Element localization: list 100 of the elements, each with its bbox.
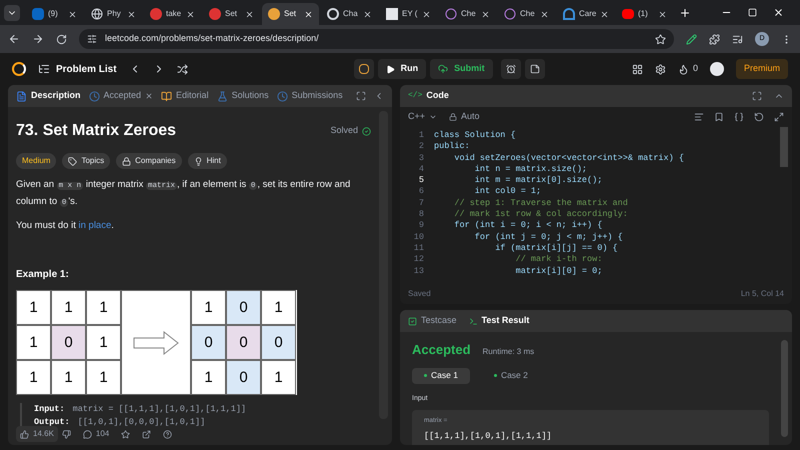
save-status: Saved <box>408 288 431 300</box>
close-icon[interactable] <box>658 10 667 18</box>
browser-tab[interactable]: Cha <box>321 3 378 25</box>
shuffle-icon[interactable] <box>176 64 188 74</box>
problem-title: 73. Set Matrix Zeroes <box>16 121 176 141</box>
reset-icon[interactable] <box>754 112 764 122</box>
close-icon[interactable] <box>363 10 372 18</box>
comments-button[interactable]: 104 <box>82 428 110 440</box>
fullscreen-icon[interactable] <box>752 91 762 101</box>
panel-tab[interactable]: Editorial <box>161 89 209 103</box>
settings-icon[interactable] <box>654 64 666 74</box>
bookmark-star-icon[interactable] <box>655 34 666 44</box>
browser-tab[interactable]: Care <box>557 3 614 25</box>
submit-button[interactable]: Submit <box>430 59 493 79</box>
tab-search-button[interactable] <box>4 4 20 20</box>
io-value: [[1,0,1],[0,0,0],[1,0,1]] <box>78 416 206 429</box>
expand-icon[interactable] <box>774 112 784 122</box>
comment-icon <box>82 430 92 438</box>
line-number: 9 <box>418 220 425 232</box>
browser-tab[interactable]: (9) <box>26 3 83 25</box>
browser-tab[interactable]: Set <box>203 3 260 25</box>
close-icon[interactable] <box>773 7 784 18</box>
close-icon[interactable] <box>481 10 490 18</box>
maximize-icon[interactable] <box>748 8 757 17</box>
media-icon[interactable] <box>732 34 743 44</box>
bookmark-icon[interactable] <box>714 112 724 122</box>
browser-tab[interactable]: EY ( <box>380 3 437 25</box>
help-icon[interactable] <box>163 430 172 438</box>
close-icon[interactable] <box>127 10 136 18</box>
tag-button[interactable]: Companies <box>116 153 182 169</box>
code-line: int n = matrix.size(); <box>474 164 588 176</box>
panel-tab[interactable]: Test Result <box>468 314 530 328</box>
code-line: void setZeroes(vector<vector<int>>& matrix) { <box>453 152 684 164</box>
flame-icon[interactable] <box>678 64 689 74</box>
run-button[interactable]: Run <box>378 59 426 79</box>
play-icon <box>386 64 395 74</box>
tab-title: take <box>166 8 182 20</box>
code-line: int col0 = 1; <box>474 186 542 198</box>
new-tab-icon[interactable] <box>679 6 691 18</box>
timer-button[interactable] <box>500 59 521 79</box>
forward-icon[interactable] <box>32 33 44 45</box>
format-icon[interactable] <box>694 112 704 122</box>
case-tab[interactable]: Case 2 <box>482 368 540 384</box>
close-icon[interactable] <box>68 10 77 18</box>
browser-tab[interactable]: Set <box>262 3 319 25</box>
output-grid-cell: 0 <box>226 360 261 396</box>
close-icon[interactable] <box>422 10 431 18</box>
problem-list-link[interactable]: Problem List <box>56 62 117 76</box>
line-number: 13 <box>412 266 425 277</box>
browser-tab[interactable]: Phy <box>85 3 142 25</box>
close-icon[interactable] <box>600 10 610 18</box>
fullscreen-icon[interactable] <box>356 91 366 101</box>
cursor-position: Ln 5, Col 14 <box>740 288 784 300</box>
extensions-icon[interactable] <box>709 34 720 44</box>
logo-icon[interactable] <box>12 62 26 76</box>
tab-title: Che <box>461 8 476 20</box>
tag-button[interactable]: Hint <box>188 153 227 169</box>
tag-button[interactable]: Topics <box>62 153 110 169</box>
input-grid-cell: 0 <box>51 325 86 360</box>
logo-icon <box>209 8 221 20</box>
language-dropdown[interactable]: C++ <box>408 110 438 124</box>
panel-tab[interactable]: Testcase <box>408 314 457 328</box>
avatar[interactable] <box>710 62 724 76</box>
notes-button[interactable] <box>524 59 545 79</box>
in-place-link[interactable]: in place <box>78 220 112 231</box>
favorite-icon[interactable] <box>121 430 130 438</box>
browser-tab[interactable]: (1) <box>616 3 673 25</box>
share-icon[interactable] <box>142 430 152 438</box>
panel-tab[interactable]: Submissions <box>276 89 343 103</box>
braces-icon[interactable] <box>734 112 744 122</box>
solved-status: Solved <box>330 124 371 138</box>
terminal-icon <box>468 316 478 326</box>
tab-title: EY ( <box>402 8 418 20</box>
layout-icon[interactable] <box>632 64 643 74</box>
browser-tab[interactable]: Che <box>439 3 496 25</box>
example-heading: Example 1: <box>16 268 70 282</box>
tab-title: Cha <box>343 8 358 20</box>
reload-icon[interactable] <box>56 34 67 44</box>
premium-button[interactable]: Premium <box>736 59 788 79</box>
back-icon[interactable] <box>8 33 20 45</box>
debug-button[interactable] <box>354 59 374 79</box>
panel-tab[interactable]: Solutions <box>216 89 269 103</box>
pen-icon[interactable] <box>686 34 697 44</box>
browser-tab[interactable]: take <box>144 3 201 25</box>
list-icon <box>38 63 50 75</box>
panel-tab[interactable]: Accepted <box>88 89 154 103</box>
case-tab[interactable]: Case 1 <box>412 368 470 384</box>
input-grid-cell: 1 <box>51 360 86 396</box>
chevron-down-icon <box>429 113 438 121</box>
address-bar[interactable]: leetcode.com/problems/set-matrix-zeroes/description/ <box>79 29 674 49</box>
browser-tab[interactable]: Che <box>498 3 555 25</box>
scrollbar <box>780 127 788 167</box>
variable-value: [[1,1,1],[1,0,1],[1,1,1]] <box>424 430 553 442</box>
thumbs-down-icon[interactable] <box>62 430 71 438</box>
close-icon[interactable] <box>540 10 549 18</box>
panel-tab[interactable]: Description <box>16 89 81 103</box>
close-icon[interactable] <box>245 10 254 18</box>
like-button[interactable]: 14.6K <box>16 426 58 442</box>
close-icon[interactable] <box>186 10 195 18</box>
line-number: 8 <box>418 209 425 220</box>
